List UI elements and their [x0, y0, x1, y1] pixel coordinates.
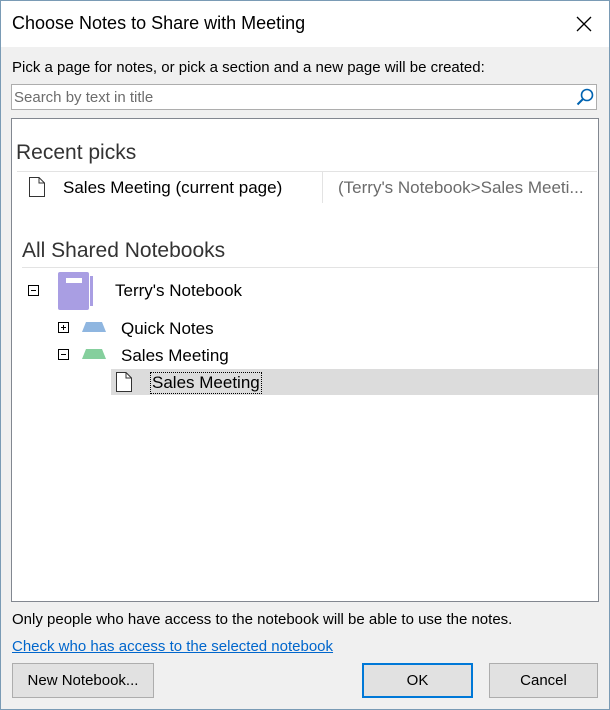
close-button[interactable]: [564, 7, 604, 41]
dialog-title: Choose Notes to Share with Meeting: [12, 13, 306, 33]
recent-divider: [17, 171, 597, 172]
collapse-notebook-toggle[interactable]: [28, 285, 39, 296]
close-icon: [576, 16, 592, 32]
recent-item-title: Sales Meeting (current page): [63, 178, 283, 197]
instruction-text: Pick a page for notes, or pick a section…: [12, 59, 485, 76]
section-tab-icon: [82, 349, 106, 359]
shared-notebooks-heading: All Shared Notebooks: [22, 239, 226, 262]
access-note: Only people who have access to the noteb…: [12, 611, 513, 628]
cancel-button[interactable]: Cancel: [489, 663, 598, 698]
collapse-sales-meeting-toggle[interactable]: [58, 349, 69, 360]
new-notebook-button[interactable]: New Notebook...: [12, 663, 154, 698]
ok-button[interactable]: OK: [362, 663, 473, 698]
recent-item-path: (Terry's Notebook>Sales Meeti...: [338, 178, 584, 197]
section-name: Quick Notes: [121, 319, 214, 338]
search-box: [11, 84, 597, 110]
page-icon: [29, 177, 45, 197]
section-name: Sales Meeting: [121, 346, 229, 365]
expand-quick-notes-toggle[interactable]: [58, 322, 69, 333]
page-icon: [116, 372, 132, 392]
search-input[interactable]: [14, 87, 569, 107]
check-access-link[interactable]: Check who has access to the selected not…: [12, 638, 333, 655]
section-tab-icon: [82, 322, 106, 332]
search-icon[interactable]: [575, 87, 595, 107]
shared-divider: [22, 267, 598, 268]
page-name: Sales Meeting: [150, 372, 262, 394]
notebook-icon: [58, 272, 93, 310]
notebook-tree[interactable]: Recent picks Sales Meeting (current page…: [11, 118, 599, 602]
recent-picks-heading: Recent picks: [16, 141, 137, 164]
notebook-name: Terry's Notebook: [115, 281, 243, 300]
share-notes-dialog: Choose Notes to Share with Meeting Pick …: [0, 0, 610, 710]
recent-column-divider: [322, 171, 323, 203]
title-bar: Choose Notes to Share with Meeting: [1, 1, 609, 47]
